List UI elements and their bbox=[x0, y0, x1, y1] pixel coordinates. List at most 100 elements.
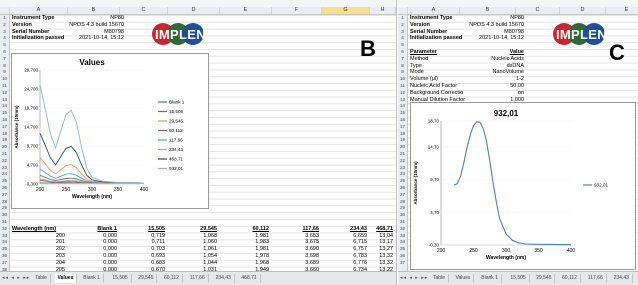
row-number[interactable]: 18 bbox=[398, 131, 407, 138]
table-cell[interactable]: 1,044 bbox=[168, 260, 217, 267]
table-cell[interactable]: 1,968 bbox=[220, 260, 269, 267]
table-cell[interactable]: 6,659 bbox=[322, 233, 367, 240]
table-cell[interactable]: 1,060 bbox=[168, 239, 217, 246]
sheet-tab[interactable]: Values bbox=[54, 274, 78, 283]
row-number[interactable]: 7 bbox=[398, 56, 407, 63]
row-number[interactable]: 28 bbox=[0, 199, 9, 206]
table-cell[interactable]: 1,068 bbox=[168, 233, 217, 240]
row-number[interactable]: 8 bbox=[0, 63, 9, 70]
sheet-tab[interactable]: Table bbox=[430, 274, 449, 283]
row-number[interactable]: 2 bbox=[0, 22, 9, 29]
table-cell[interactable]: 0,719 bbox=[120, 233, 165, 240]
table-header-cell[interactable]: 117,66 bbox=[272, 226, 319, 233]
row-number[interactable]: 21 bbox=[398, 151, 407, 158]
row-number[interactable]: 34 bbox=[0, 239, 9, 246]
table-cell[interactable]: 202 bbox=[10, 246, 65, 253]
row-number[interactable]: 17 bbox=[0, 124, 9, 131]
row-number[interactable]: 28 bbox=[398, 199, 407, 206]
table-cell[interactable]: 201 bbox=[10, 239, 65, 246]
column-header-b[interactable]: B bbox=[68, 7, 120, 14]
row-number[interactable]: 31 bbox=[398, 219, 407, 226]
sheet-nav-arrows[interactable]: ◂◂ ◂ ▸ ▸▸ bbox=[400, 274, 428, 283]
row-number[interactable]: 12 bbox=[0, 90, 9, 97]
row-number[interactable]: 19 bbox=[398, 137, 407, 144]
column-header-b[interactable]: B bbox=[460, 7, 516, 14]
column-header-g[interactable]: G bbox=[322, 7, 370, 14]
row-number[interactable]: 24 bbox=[398, 171, 407, 178]
sheet-tab[interactable]: 15,505 bbox=[507, 274, 530, 283]
row-number[interactable]: 21 bbox=[0, 151, 9, 158]
row-number[interactable]: 35 bbox=[0, 246, 9, 253]
row-number[interactable]: 11 bbox=[0, 83, 9, 90]
column-header-f[interactable]: F bbox=[272, 7, 322, 14]
row-number[interactable]: 33 bbox=[398, 233, 407, 240]
row-number[interactable]: 6 bbox=[398, 49, 407, 56]
sheet-tab[interactable]: 60,112 bbox=[161, 274, 183, 283]
row-number[interactable]: 10 bbox=[398, 76, 407, 83]
table-cell[interactable]: 203 bbox=[10, 253, 65, 260]
row-number[interactable]: 37 bbox=[0, 260, 9, 267]
table-cell[interactable]: 1,981 bbox=[220, 233, 269, 240]
row-number[interactable]: 19 bbox=[0, 137, 9, 144]
row-number[interactable]: 4 bbox=[0, 35, 9, 42]
table-header-cell[interactable]: 60,112 bbox=[220, 226, 269, 233]
row-number[interactable]: 22 bbox=[398, 158, 407, 165]
row-number[interactable]: 32 bbox=[398, 226, 407, 233]
table-cell[interactable]: 6,776 bbox=[322, 260, 367, 267]
table-cell[interactable]: 3,675 bbox=[272, 239, 319, 246]
table-cell[interactable]: 1,054 bbox=[168, 253, 217, 260]
row-number[interactable]: 30 bbox=[0, 212, 9, 219]
row-number[interactable]: 16 bbox=[0, 117, 9, 124]
row-number[interactable]: 2 bbox=[398, 22, 407, 29]
row-number[interactable]: 26 bbox=[0, 185, 9, 192]
row-number[interactable]: 18 bbox=[0, 131, 9, 138]
row-number[interactable]: 25 bbox=[398, 178, 407, 185]
row-number[interactable]: 35 bbox=[398, 246, 407, 253]
table-cell[interactable]: 0,000 bbox=[68, 260, 117, 267]
column-header-h[interactable]: H bbox=[370, 7, 396, 14]
row-number[interactable]: 30 bbox=[398, 212, 407, 219]
table-cell[interactable]: 3,653 bbox=[272, 233, 319, 240]
table-cell[interactable]: 0,000 bbox=[68, 239, 117, 246]
table-cell[interactable]: 0,000 bbox=[68, 253, 117, 260]
row-number[interactable]: 14 bbox=[0, 103, 9, 110]
table-cell[interactable]: 13,27 bbox=[370, 246, 393, 253]
row-number[interactable]: 29 bbox=[398, 205, 407, 212]
table-header-cell[interactable]: 234,43 bbox=[322, 226, 367, 233]
table-cell[interactable]: 13,32 bbox=[370, 253, 393, 260]
sheet-tab[interactable]: Blank 1 bbox=[478, 274, 502, 283]
column-header-a[interactable]: A bbox=[408, 7, 460, 14]
row-number[interactable]: 33 bbox=[0, 233, 9, 240]
table-header-cell[interactable]: Wavelength (nm) bbox=[12, 226, 56, 233]
row-number[interactable]: 7 bbox=[0, 56, 9, 63]
table-cell[interactable]: 1,981 bbox=[220, 246, 269, 253]
table-cell[interactable]: 6,783 bbox=[322, 253, 367, 260]
row-number[interactable]: 11 bbox=[398, 83, 407, 90]
row-number[interactable]: 15 bbox=[0, 110, 9, 117]
row-number[interactable]: 6 bbox=[0, 49, 9, 56]
row-number[interactable]: 13 bbox=[0, 97, 9, 104]
row-number[interactable]: 23 bbox=[398, 165, 407, 172]
row-number[interactable]: 12 bbox=[398, 90, 407, 97]
row-number[interactable]: 5 bbox=[398, 42, 407, 49]
column-header-d[interactable]: D bbox=[560, 7, 606, 14]
row-number[interactable]: 29 bbox=[0, 205, 9, 212]
table-header-cell[interactable]: Blank 1 bbox=[68, 226, 117, 233]
table-cell[interactable]: 0,683 bbox=[120, 260, 165, 267]
row-number[interactable]: 20 bbox=[398, 144, 407, 151]
table-cell[interactable]: 200 bbox=[10, 233, 65, 240]
row-number[interactable]: 27 bbox=[0, 192, 9, 199]
row-number[interactable]: 13 bbox=[398, 97, 407, 104]
row-number[interactable]: 9 bbox=[0, 69, 9, 76]
row-number[interactable]: 32 bbox=[0, 226, 9, 233]
sheet-tab[interactable]: Blank 1 bbox=[80, 274, 104, 283]
column-header-e[interactable]: E bbox=[606, 7, 638, 14]
table-cell[interactable]: 1,061 bbox=[168, 246, 217, 253]
values-chart[interactable]: Values 29,700 24,700 19,700 14,700 9,700 4,700… bbox=[11, 53, 209, 209]
row-number[interactable]: 20 bbox=[0, 144, 9, 151]
table-cell[interactable]: 0,703 bbox=[120, 246, 165, 253]
row-number[interactable]: 26 bbox=[398, 185, 407, 192]
table-cell[interactable]: 3,689 bbox=[272, 260, 319, 267]
table-cell[interactable]: 13,17 bbox=[370, 239, 393, 246]
row-number[interactable]: 9 bbox=[398, 69, 407, 76]
